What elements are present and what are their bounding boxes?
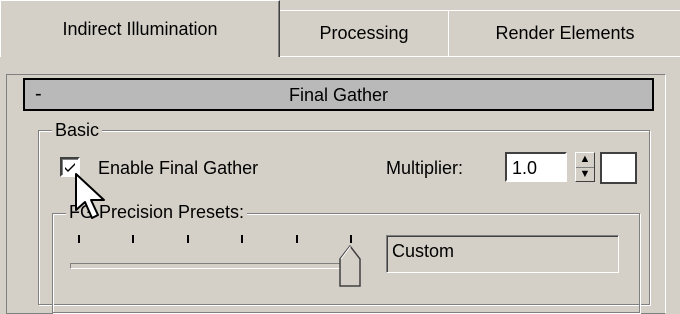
- arrow-cursor-icon: [75, 173, 105, 219]
- tab-label: Processing: [319, 23, 409, 43]
- rollout-title: Final Gather: [288, 85, 389, 105]
- tab-label: Indirect Illumination: [62, 18, 218, 39]
- precision-preset-value-box: Custom: [386, 235, 619, 273]
- multiplier-input[interactable]: 1.0: [505, 152, 567, 182]
- spinner-down-icon[interactable]: ▼: [576, 168, 594, 182]
- precision-slider-track[interactable]: [70, 263, 352, 269]
- slider-tick: [241, 235, 244, 243]
- preset-value: Custom: [392, 241, 455, 261]
- precision-slider-thumb[interactable]: [339, 245, 361, 287]
- basic-group-label: Basic: [52, 120, 103, 141]
- slider-tick: [132, 235, 135, 243]
- slider-tick: [186, 235, 189, 243]
- enable-final-gather-label[interactable]: Enable Final Gather: [98, 158, 258, 179]
- spinner-up-icon[interactable]: ▲: [576, 153, 594, 168]
- rollout-header-final-gather[interactable]: - Final Gather: [23, 78, 654, 111]
- color-swatch[interactable]: [600, 152, 637, 184]
- tab-indirect-illumination[interactable]: Indirect Illumination: [0, 0, 280, 57]
- slider-tick: [295, 235, 298, 243]
- tab-label: Render Elements: [495, 23, 635, 43]
- tab-render-elements[interactable]: Render Elements: [448, 10, 680, 56]
- multiplier-label: Multiplier:: [386, 158, 464, 178]
- multiplier-spinner[interactable]: ▲ ▼: [575, 152, 595, 182]
- slider-tick: [350, 235, 352, 243]
- tab-processing[interactable]: Processing: [278, 10, 450, 56]
- slider-tick: [78, 235, 80, 243]
- multiplier-value: 1.0: [512, 158, 538, 178]
